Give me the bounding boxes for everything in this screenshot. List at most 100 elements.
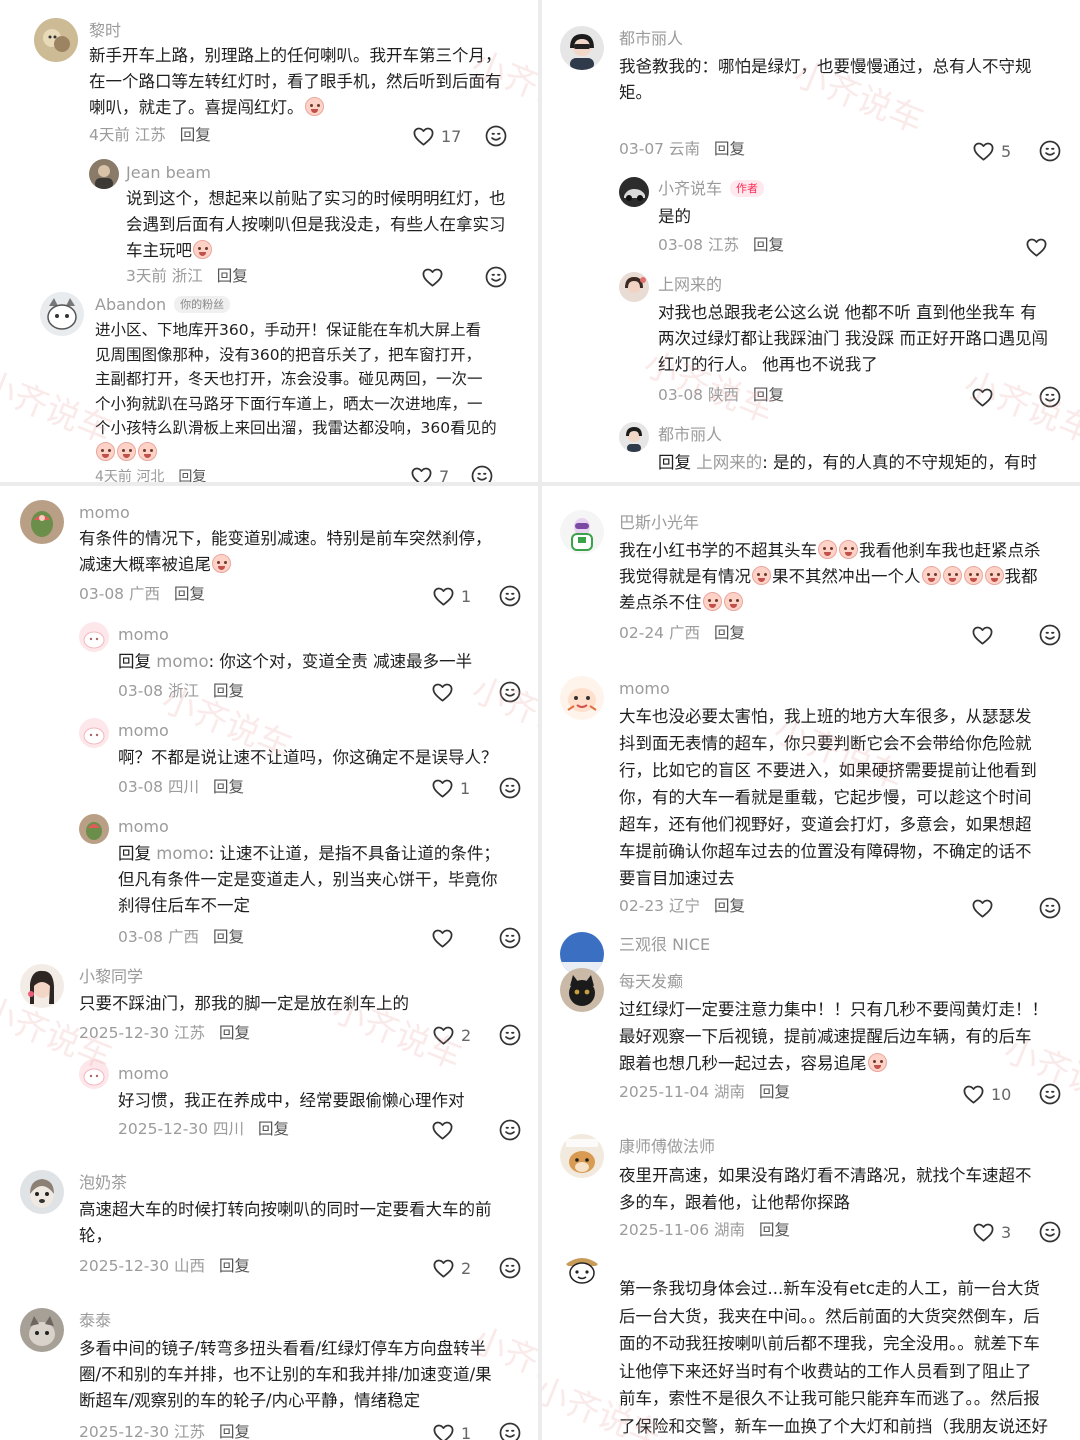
like-button[interactable]: 5 — [972, 139, 1011, 163]
emoji-react-button[interactable] — [1038, 139, 1062, 163]
comment-author[interactable]: 巴斯小光年 — [619, 512, 699, 534]
comment-author[interactable]: momo — [79, 502, 130, 524]
like-button[interactable]: 3 — [972, 1220, 1011, 1244]
avatar[interactable] — [89, 159, 119, 189]
like-button[interactable]: 7 — [410, 464, 449, 482]
like-button[interactable]: 10 — [962, 1082, 1011, 1106]
reply-author[interactable]: momo — [118, 720, 169, 742]
heart-icon — [432, 1024, 455, 1047]
avatar[interactable] — [560, 676, 604, 720]
like-button[interactable] — [971, 896, 994, 920]
reply-button[interactable]: 回复 — [219, 1257, 250, 1275]
reply-button[interactable]: 回复 — [219, 1024, 250, 1042]
comment-author[interactable]: 康师傅做法师 — [619, 1136, 715, 1158]
avatar[interactable] — [79, 718, 109, 748]
avatar[interactable] — [40, 292, 84, 336]
like-button[interactable] — [971, 623, 994, 647]
reply-button[interactable]: 回复 — [219, 1423, 250, 1440]
comment-author[interactable]: 小黎同学 — [79, 966, 143, 988]
avatar[interactable] — [560, 1246, 604, 1290]
reply-button[interactable]: 回复 — [174, 585, 205, 603]
like-button[interactable]: 1 — [431, 776, 470, 800]
emoji-react-button[interactable] — [498, 1023, 522, 1047]
emoji-react-button[interactable] — [1038, 896, 1062, 920]
emoji-react-button[interactable] — [498, 1118, 522, 1142]
reply-button[interactable]: 回复 — [180, 126, 211, 144]
emoji-react-button[interactable] — [1038, 623, 1062, 647]
like-button[interactable] — [971, 385, 994, 409]
like-button[interactable]: 1 — [432, 584, 471, 608]
emoji-react-button[interactable] — [498, 1421, 522, 1440]
reply-button[interactable]: 回复 — [759, 1083, 790, 1101]
heart-icon — [431, 1119, 454, 1142]
reply-author[interactable]: 上网来的 — [658, 274, 722, 296]
reply-button[interactable]: 回复 — [714, 140, 745, 158]
reply-button[interactable]: 回复 — [753, 386, 784, 404]
like-button[interactable] — [431, 680, 454, 704]
avatar[interactable] — [560, 1134, 604, 1178]
emoji-react-button[interactable] — [498, 584, 522, 608]
avatar[interactable] — [560, 510, 604, 554]
avatar[interactable] — [20, 500, 64, 544]
avatar[interactable] — [34, 18, 78, 62]
emoji-react-button[interactable] — [498, 926, 522, 950]
reply-button[interactable]: 回复 — [759, 1221, 790, 1239]
reply-button[interactable]: 回复 — [753, 236, 784, 254]
avatar[interactable] — [79, 622, 109, 652]
emoji-react-button[interactable] — [484, 265, 508, 289]
reply-button[interactable]: 回复 — [217, 267, 248, 285]
reply-author[interactable]: 小齐说车 作者 — [658, 178, 765, 200]
emoji-react-button[interactable] — [498, 680, 522, 704]
avatar[interactable] — [20, 1170, 64, 1214]
comment-author[interactable]: 三观很 NICE — [619, 934, 710, 956]
comment-author[interactable]: 黎时 — [89, 20, 121, 42]
reply-button[interactable]: 回复 — [714, 897, 745, 915]
like-button[interactable] — [421, 265, 444, 289]
avatar[interactable] — [20, 964, 64, 1008]
reply-button[interactable]: 回复 — [258, 1120, 289, 1138]
avatar[interactable] — [79, 1059, 109, 1089]
comment-author[interactable]: 泡奶茶 — [79, 1172, 127, 1194]
emoji-react-button[interactable] — [484, 124, 508, 148]
emoji-react-button[interactable] — [470, 464, 494, 482]
comment-author[interactable]: 泰泰 — [79, 1310, 111, 1332]
avatar[interactable] — [619, 422, 649, 452]
avatar[interactable] — [79, 814, 109, 844]
reply-author[interactable]: momo — [118, 624, 169, 646]
reply-author[interactable]: 都市丽人 — [658, 424, 722, 446]
reply-button[interactable]: 回复 — [178, 469, 206, 482]
reply-button[interactable]: 回复 — [213, 928, 244, 946]
like-button[interactable]: 2 — [432, 1023, 471, 1047]
reply-author[interactable]: momo — [118, 816, 169, 838]
avatar[interactable] — [560, 26, 604, 70]
like-button[interactable] — [431, 926, 454, 950]
reply-button[interactable]: 回复 — [714, 624, 745, 642]
reply-author[interactable]: Abandon 你的粉丝 — [95, 294, 231, 316]
emoji-react-button[interactable] — [498, 776, 522, 800]
reply-button[interactable]: 回复 — [213, 778, 244, 796]
comment-author[interactable]: 都市丽人 — [619, 28, 683, 50]
like-button[interactable]: 1 — [432, 1421, 471, 1440]
avatar[interactable] — [619, 272, 649, 302]
reply-text: 回复 上网来的: 是的，有的人真的不守规矩的，有时 — [658, 453, 1038, 472]
like-button[interactable]: 2 — [432, 1256, 471, 1280]
avatar[interactable] — [560, 968, 604, 1012]
avatar[interactable] — [20, 1308, 64, 1352]
smile-icon — [1038, 896, 1062, 920]
like-button[interactable] — [1025, 235, 1048, 259]
crying-emoji — [752, 566, 771, 585]
comment-author[interactable]: momo — [619, 678, 670, 700]
like-button[interactable] — [431, 1118, 454, 1142]
reply-text: 回复 momo: 你这个对，变道全责 减速最多一半 — [118, 652, 473, 671]
emoji-react-button[interactable] — [1038, 1082, 1062, 1106]
reply-button[interactable]: 回复 — [213, 682, 244, 700]
reply-author[interactable]: momo — [118, 1063, 169, 1085]
like-button[interactable]: 17 — [412, 124, 461, 148]
emoji-react-button[interactable] — [1038, 385, 1062, 409]
avatar[interactable] — [619, 177, 649, 207]
reply-author[interactable]: Jean beam — [126, 162, 211, 184]
heart-icon — [412, 125, 435, 148]
emoji-react-button[interactable] — [1038, 1220, 1062, 1244]
emoji-react-button[interactable] — [498, 1256, 522, 1280]
comment-author[interactable]: 每天发癫 — [619, 971, 683, 993]
